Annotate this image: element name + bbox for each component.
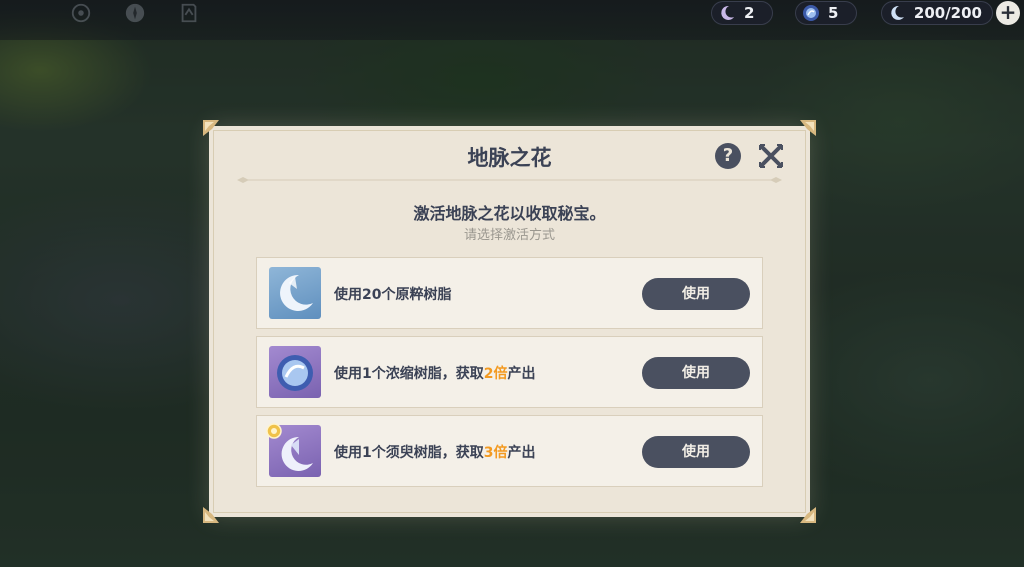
fragile-resin-icon <box>721 5 734 20</box>
option-text-prefix: 使用20个原粹树脂 <box>334 287 452 303</box>
corner-ornament-icon <box>203 507 219 523</box>
original-resin-item-icon <box>269 267 321 319</box>
option-text-prefix: 使用1个须臾树脂，获取 <box>334 445 484 461</box>
multiplier-highlight: 2倍 <box>483 366 508 382</box>
condensed-resin-counter: 5 <box>795 1 857 25</box>
option-condensed-resin: 使用1个浓缩树脂，获取2倍产出 使用 <box>256 336 763 408</box>
original-resin-count: 200/200 <box>913 4 982 22</box>
option-text-suffix: 产出 <box>507 445 536 461</box>
fragile-resin-count: 2 <box>744 4 755 22</box>
ley-line-dialog: 地脉之花 ? 激活地脉之花以收取秘宝。 请选择激活方式 使用20个原粹树脂 使用 <box>203 120 816 523</box>
dialog-subtitle: 激活地脉之花以收取秘宝。 <box>413 204 606 223</box>
corner-ornament-icon <box>203 120 219 136</box>
original-resin-icon <box>280 274 313 311</box>
timer-badge-icon <box>266 423 282 439</box>
transient-resin-item-icon <box>266 423 321 477</box>
multiplier-highlight: 3倍 <box>483 445 508 461</box>
top-hud-bar: 2 5 200/200 + <box>0 0 1024 40</box>
option-text-prefix: 使用1个浓缩树脂，获取 <box>334 366 484 382</box>
use-button-original-resin[interactable]: 使用 <box>642 278 750 310</box>
close-icon[interactable] <box>758 143 784 169</box>
title-divider <box>237 177 782 183</box>
book-icon[interactable] <box>178 2 200 24</box>
option-text: 使用1个须臾树脂，获取3倍产出 <box>334 442 536 462</box>
help-button[interactable]: ? <box>715 143 741 169</box>
original-resin-counter: 200/200 <box>881 1 993 25</box>
option-text: 使用1个浓缩树脂，获取2倍产出 <box>334 363 536 383</box>
eye-icon[interactable] <box>70 2 92 24</box>
fragile-resin-counter: 2 <box>711 1 773 25</box>
use-button-transient-resin[interactable]: 使用 <box>642 436 750 468</box>
option-transient-resin: 使用1个须臾树脂，获取3倍产出 使用 <box>256 415 763 487</box>
condensed-resin-item-icon <box>269 346 321 398</box>
corner-ornament-icon <box>800 507 816 523</box>
option-text: 使用20个原粹树脂 <box>334 284 451 304</box>
compass-icon[interactable] <box>124 2 146 24</box>
condensed-resin-count: 5 <box>828 4 839 22</box>
condensed-resin-icon <box>277 355 313 391</box>
add-resin-button[interactable]: + <box>996 1 1020 25</box>
dialog-hint: 请选择激活方式 <box>463 228 555 243</box>
condensed-resin-icon <box>803 5 819 21</box>
original-resin-icon <box>891 6 904 20</box>
option-text-suffix: 产出 <box>507 366 536 382</box>
option-original-resin: 使用20个原粹树脂 使用 <box>256 257 763 329</box>
use-button-condensed-resin[interactable]: 使用 <box>642 357 750 389</box>
corner-ornament-icon <box>800 120 816 136</box>
